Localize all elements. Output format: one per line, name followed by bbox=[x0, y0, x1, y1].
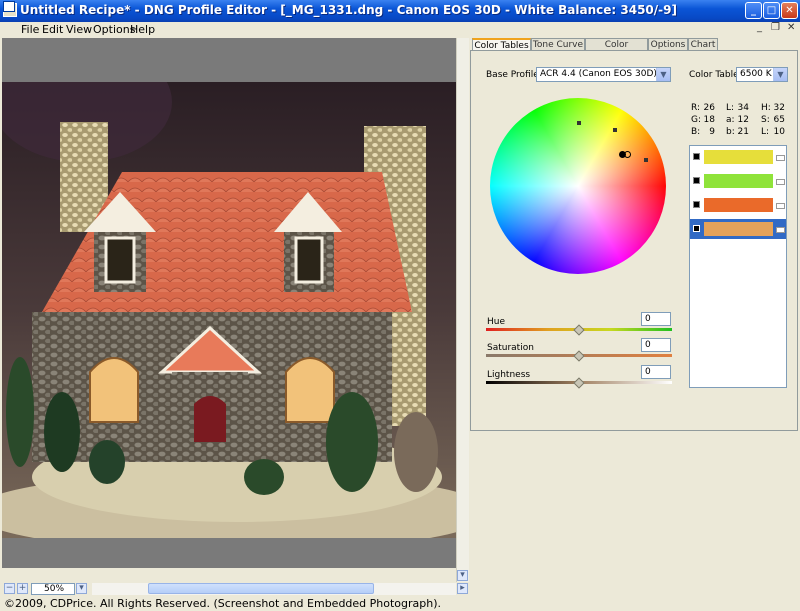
house-photo-image bbox=[2, 82, 456, 538]
color-point-menu-icon[interactable] bbox=[776, 155, 785, 161]
readout-l-label: L: bbox=[726, 103, 735, 113]
color-point-checkbox[interactable] bbox=[693, 177, 700, 184]
tab-options[interactable]: Options bbox=[648, 38, 688, 50]
readout-b-lab-value: 21 bbox=[737, 127, 749, 137]
chevron-down-icon: ▼ bbox=[656, 68, 670, 81]
readout-g-label: G: bbox=[691, 115, 702, 125]
maximize-button[interactable]: □ bbox=[763, 2, 780, 19]
readout-l-value: 34 bbox=[737, 103, 749, 113]
lightness-input[interactable]: 0 bbox=[641, 365, 671, 379]
readout-h-value: 32 bbox=[773, 103, 785, 113]
color-point-swatch[interactable] bbox=[704, 150, 773, 164]
color-table-select[interactable]: 6500 K ▼ bbox=[736, 67, 788, 82]
color-point-swatch[interactable] bbox=[704, 174, 773, 188]
close-button[interactable]: ✕ bbox=[781, 2, 798, 19]
color-table-label: Color Table: bbox=[689, 70, 742, 80]
color-table-value: 6500 K bbox=[740, 69, 772, 79]
zoom-dropdown-chevron-icon[interactable]: ▾ bbox=[76, 583, 87, 594]
window-title: Untitled Recipe* - DNG Profile Editor - … bbox=[20, 3, 677, 17]
tab-color-matrices[interactable]: Color Matrices bbox=[585, 38, 648, 62]
horizontal-scroll-thumb[interactable] bbox=[148, 583, 374, 594]
chevron-down-icon: ▼ bbox=[773, 68, 787, 81]
readout-a-value: 12 bbox=[737, 115, 749, 125]
readout-s-value: 65 bbox=[773, 115, 785, 125]
base-profile-select[interactable]: ACR 4.4 (Canon EOS 30D) ▼ bbox=[536, 67, 671, 82]
lightness-label: Lightness bbox=[487, 370, 531, 380]
selected-color-ring-icon bbox=[624, 151, 631, 158]
color-point-menu-icon[interactable] bbox=[776, 179, 785, 185]
readout-b-label: B: bbox=[691, 127, 701, 137]
menu-file[interactable]: File bbox=[21, 23, 39, 36]
hue-label: Hue bbox=[487, 317, 506, 327]
tab-chart[interactable]: Chart bbox=[688, 38, 718, 50]
readout-s-label: S: bbox=[761, 115, 770, 125]
color-point-menu-icon[interactable] bbox=[776, 203, 785, 209]
menu-view[interactable]: View bbox=[66, 23, 92, 36]
readout-h-label: H: bbox=[761, 103, 771, 113]
readout-a-label: a: bbox=[726, 115, 735, 125]
readout-r-value: 26 bbox=[703, 103, 715, 113]
readout-l2-value: 10 bbox=[773, 127, 785, 137]
tab-tone-curve[interactable]: Tone Curve bbox=[531, 38, 585, 50]
zoom-select[interactable]: 50% bbox=[31, 583, 75, 595]
preview-photo[interactable] bbox=[2, 82, 456, 538]
zoom-in-icon[interactable]: + bbox=[17, 583, 28, 594]
document-icon[interactable] bbox=[3, 1, 15, 12]
base-profile-label: Base Profile: bbox=[486, 70, 542, 80]
color-point-checkbox[interactable] bbox=[693, 225, 700, 232]
color-point-marker[interactable] bbox=[644, 158, 648, 162]
saturation-label: Saturation bbox=[487, 343, 534, 353]
mdi-restore-button[interactable]: ❐ bbox=[771, 22, 780, 33]
scroll-down-arrow-icon[interactable]: ▾ bbox=[457, 570, 468, 581]
zoom-out-icon[interactable]: − bbox=[4, 583, 15, 594]
saturation-input[interactable]: 0 bbox=[641, 338, 671, 352]
readout-g-value: 18 bbox=[703, 115, 715, 125]
minimize-button[interactable]: _ bbox=[745, 2, 762, 19]
mdi-close-button[interactable]: ✕ bbox=[787, 22, 795, 33]
readout-l2-label: L: bbox=[761, 127, 770, 137]
mdi-minimize-button[interactable]: _ bbox=[757, 22, 762, 33]
color-point-checkbox[interactable] bbox=[693, 153, 700, 160]
copyright-notice: ©2009, CDPrice. All Rights Reserved. (Sc… bbox=[4, 597, 442, 610]
readout-b-lab-label: b: bbox=[726, 127, 735, 137]
color-point-swatch[interactable] bbox=[704, 198, 773, 212]
color-point-marker[interactable] bbox=[613, 128, 617, 132]
color-point-menu-icon[interactable] bbox=[776, 227, 785, 233]
readout-r-label: R: bbox=[691, 103, 701, 113]
color-point-swatch[interactable] bbox=[704, 222, 773, 236]
scroll-right-arrow-icon[interactable]: ▸ bbox=[457, 583, 468, 594]
color-point-marker[interactable] bbox=[577, 121, 581, 125]
menu-help[interactable]: Help bbox=[130, 23, 155, 36]
vertical-scrollbar[interactable] bbox=[456, 38, 469, 582]
base-profile-value: ACR 4.4 (Canon EOS 30D) bbox=[540, 69, 657, 79]
hue-input[interactable]: 0 bbox=[641, 312, 671, 326]
menu-edit[interactable]: Edit bbox=[42, 23, 63, 36]
color-point-checkbox[interactable] bbox=[693, 201, 700, 208]
readout-b-value: 9 bbox=[709, 127, 715, 137]
